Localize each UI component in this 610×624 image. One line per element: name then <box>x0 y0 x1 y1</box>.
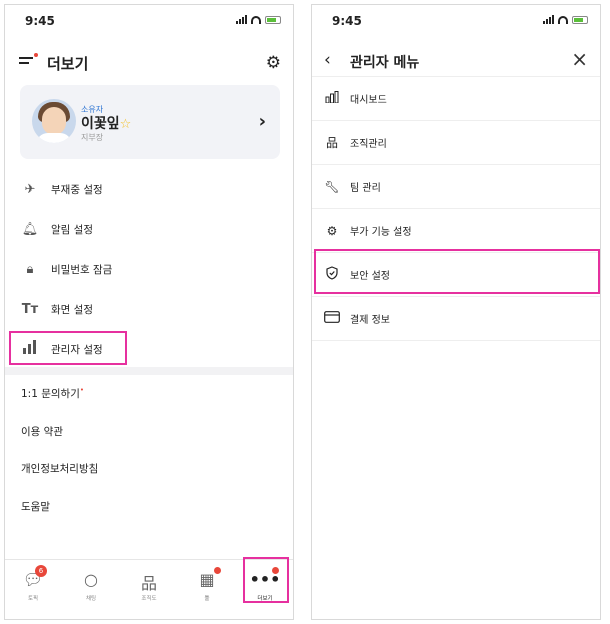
profile-position: 지부장 <box>81 133 104 142</box>
battery-icon <box>572 15 588 24</box>
grid-icon: ▦ <box>187 567 227 590</box>
menu-item-billing[interactable]: 결제 정보 <box>312 297 600 341</box>
back-icon[interactable]: ‹ <box>324 50 331 70</box>
menu-item-addons[interactable]: ⚙ 부가 기능 설정 <box>312 209 600 253</box>
header: ‹ 관리자 메뉴 × <box>312 45 600 77</box>
tab-topic[interactable]: 💬︎ 6 토픽 <box>13 565 53 602</box>
link-terms[interactable]: 이용 약관 <box>21 424 63 439</box>
menu-item-display[interactable]: Tт 화면 설정 <box>5 290 293 328</box>
tab-chat[interactable]: ○ 채팅 <box>71 570 111 602</box>
menu-item-away[interactable]: ✈ 부재중 설정 <box>5 170 293 208</box>
menu-item-dashboard[interactable]: 대시보드 <box>312 77 600 121</box>
tab-bar: 💬︎ 6 토픽 ○ 채팅 品 조직도 ▦ 툴 ••• 더보기 <box>5 557 293 619</box>
dashboard-icon <box>324 91 340 106</box>
divider <box>5 367 293 375</box>
menu-item-team[interactable]: 🔧︎ 팀 관리 <box>312 165 600 209</box>
bell-icon: 🔔︎ <box>21 221 39 237</box>
highlight-admin-settings <box>9 331 127 365</box>
highlight-more-tab <box>243 557 289 603</box>
menu-item-notifications[interactable]: 🔔︎ 알림 설정 <box>5 210 293 248</box>
link-privacy[interactable]: 개인정보처리방침 <box>21 461 98 476</box>
highlight-security <box>314 249 600 294</box>
gear-icon[interactable]: ⚙ <box>266 53 281 73</box>
status-bar: 9:45 <box>5 5 293 35</box>
wifi-icon <box>558 15 568 24</box>
status-bar: 9:45 <box>312 5 600 35</box>
battery-icon <box>265 15 281 24</box>
status-time: 9:45 <box>25 14 55 28</box>
header: 더보기 ⚙ <box>5 45 293 85</box>
menu-item-password-lock[interactable]: 🔒︎ 비밀번호 잠금 <box>5 250 293 288</box>
wrench-icon: 🔧︎ <box>324 179 340 194</box>
card-icon <box>324 311 340 326</box>
airplane-icon: ✈ <box>24 181 36 197</box>
tab-org-chart[interactable]: 品 조직도 <box>129 570 169 602</box>
signal-icon <box>543 15 554 24</box>
chat-icon: 💬︎ 6 <box>13 565 53 590</box>
org-chart-icon: 品 <box>140 574 157 593</box>
search-icon: ○ <box>84 570 98 589</box>
chevron-right-icon[interactable]: › <box>259 111 266 132</box>
link-help[interactable]: 도움말 <box>21 499 50 514</box>
admin-menu-screen: 9:45 ‹ 관리자 메뉴 × 대시보드 品 조직관리 🔧︎ 팀 관리 ⚙ 부가… <box>311 4 601 620</box>
page-title: 관리자 메뉴 <box>350 55 420 71</box>
profile-card[interactable]: 소유자 이꽃잎☆ 지부장 › <box>20 85 280 159</box>
avatar <box>32 99 76 143</box>
close-icon[interactable]: × <box>571 47 588 71</box>
lock-icon: 🔒︎ <box>26 261 34 277</box>
profile-name: 이꽃잎☆ <box>81 116 132 132</box>
menu-icon[interactable] <box>19 53 38 69</box>
page-title: 더보기 <box>47 55 89 73</box>
text-size-icon: Tт <box>21 301 39 317</box>
org-icon: 品 <box>325 136 338 150</box>
status-time: 9:45 <box>332 14 362 28</box>
wifi-icon <box>251 15 261 24</box>
link-inquiry[interactable]: 1:1 문의하기• <box>21 386 84 401</box>
menu-item-organization[interactable]: 品 조직관리 <box>312 121 600 165</box>
more-screen: 9:45 더보기 ⚙ 소유자 이꽃잎☆ 지부장 › ✈ 부재중 설정 🔔︎ 알림… <box>4 4 294 620</box>
star-icon: ☆ <box>119 117 132 132</box>
signal-icon <box>236 15 247 24</box>
tab-tools[interactable]: ▦ 툴 <box>187 567 227 602</box>
settings-icon: ⚙ <box>326 223 338 238</box>
